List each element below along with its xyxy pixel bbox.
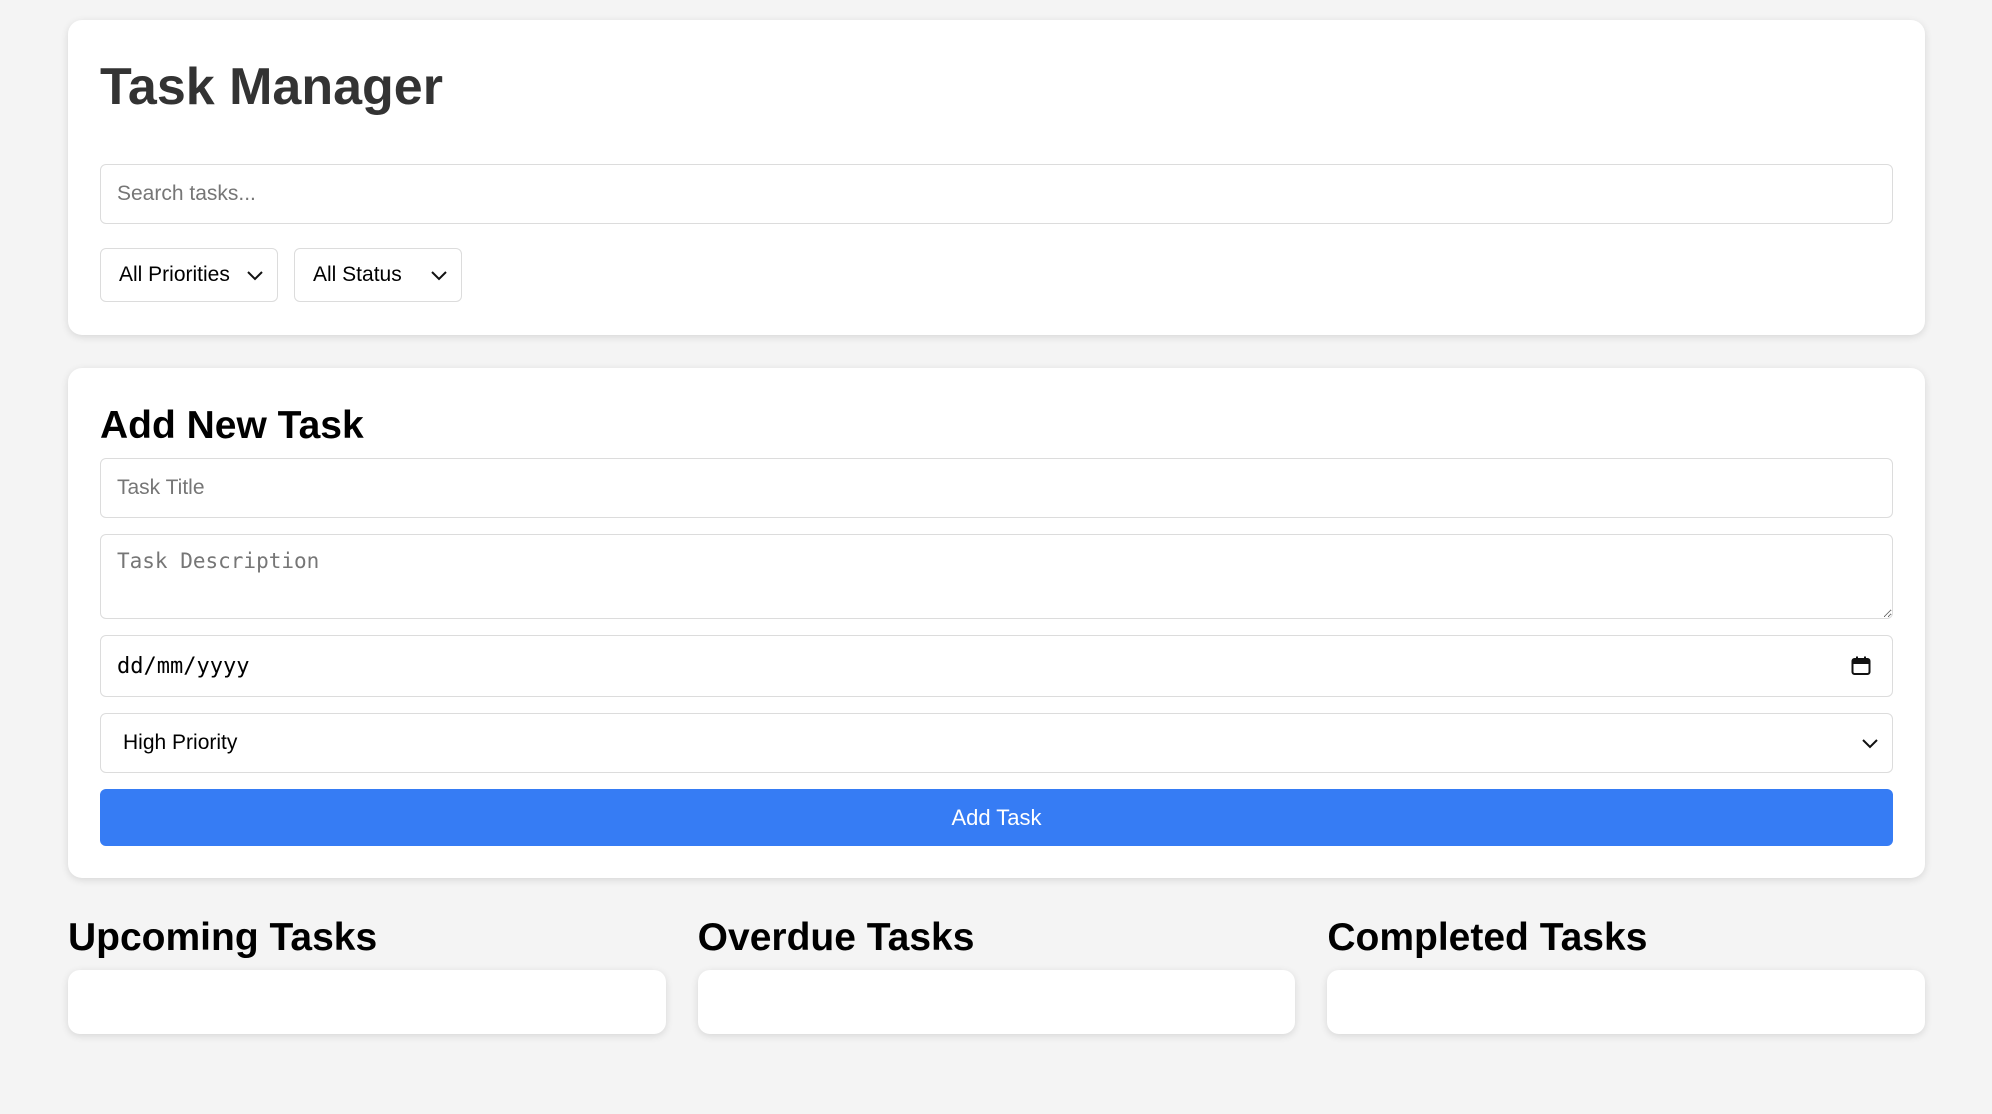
add-task-card: Add New Task dd/mm/yyyy High Priority Ad… <box>68 368 1925 878</box>
chevron-down-icon <box>1862 739 1878 749</box>
task-columns: Upcoming Tasks Overdue Tasks Completed T… <box>68 916 1926 1034</box>
task-priority-select[interactable]: High Priority <box>100 713 1893 773</box>
overdue-task-list <box>697 970 1296 1034</box>
chevron-down-icon <box>247 271 263 281</box>
task-title-input[interactable] <box>100 458 1893 518</box>
calendar-icon[interactable] <box>1850 655 1872 677</box>
header-card: Task Manager All Priorities All Status <box>68 20 1925 335</box>
add-task-heading: Add New Task <box>100 404 364 447</box>
upcoming-tasks-heading: Upcoming Tasks <box>68 916 378 959</box>
filter-bar: All Priorities All Status <box>100 248 1893 302</box>
overdue-tasks-heading: Overdue Tasks <box>697 916 975 959</box>
add-task-button[interactable]: Add Task <box>100 789 1893 846</box>
app-container: Task Manager All Priorities All Status A… <box>68 20 1926 1034</box>
search-input[interactable] <box>100 164 1893 224</box>
page-title: Task Manager <box>100 58 443 116</box>
priority-filter-value: All Priorities <box>119 263 230 286</box>
completed-tasks-heading: Completed Tasks <box>1327 916 1648 959</box>
completed-task-list <box>1327 970 1926 1034</box>
task-priority-value: High Priority <box>123 731 238 754</box>
completed-column: Completed Tasks <box>1327 916 1926 1034</box>
status-filter-select[interactable]: All Status <box>294 248 462 302</box>
upcoming-column: Upcoming Tasks <box>68 918 666 1034</box>
due-date-placeholder: dd/mm/yyyy <box>117 653 250 679</box>
upcoming-task-list <box>68 970 666 1034</box>
overdue-column: Overdue Tasks <box>697 916 1296 1034</box>
priority-filter-select[interactable]: All Priorities <box>100 248 278 302</box>
due-date-input[interactable]: dd/mm/yyyy <box>100 635 1893 697</box>
status-filter-value: All Status <box>313 263 402 286</box>
task-description-textarea[interactable] <box>100 534 1893 619</box>
chevron-down-icon <box>431 271 447 281</box>
